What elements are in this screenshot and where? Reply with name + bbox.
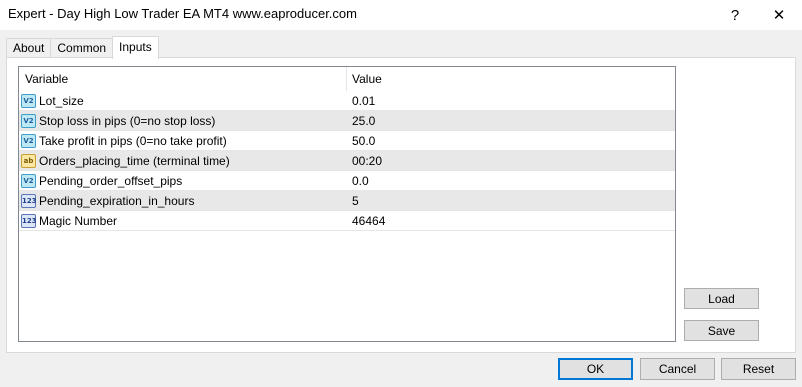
load-button[interactable]: Load — [684, 288, 759, 309]
variable-value[interactable]: 5 — [352, 194, 359, 208]
table-row[interactable]: V2 Take profit in pips (0=no take profit… — [19, 131, 675, 151]
tab-about[interactable]: About — [6, 38, 52, 58]
grid-rows: V2 Lot_size 0.01 V2 Stop loss in pips (0… — [19, 91, 675, 231]
tab-inputs[interactable]: Inputs — [112, 36, 159, 59]
variable-name: Pending_expiration_in_hours — [39, 194, 195, 208]
reset-button[interactable]: Reset — [721, 358, 796, 380]
inputs-panel: Variable Value V2 Lot_size 0.01 V2 Stop … — [6, 57, 796, 353]
double-value-icon: V2 — [21, 134, 36, 148]
window-title: Expert - Day High Low Trader EA MT4 www.… — [8, 6, 357, 21]
variable-value[interactable]: 25.0 — [352, 114, 375, 128]
variable-name: Lot_size — [39, 94, 84, 108]
table-row[interactable]: 123 Magic Number 46464 — [19, 211, 675, 231]
cancel-button[interactable]: Cancel — [640, 358, 715, 380]
variable-name: Pending_order_offset_pips — [39, 174, 183, 188]
inputs-grid[interactable]: Variable Value V2 Lot_size 0.01 V2 Stop … — [18, 66, 676, 342]
variable-value[interactable]: 00:20 — [352, 154, 382, 168]
variable-name: Stop loss in pips (0=no stop loss) — [39, 114, 216, 128]
table-row[interactable]: V2 Pending_order_offset_pips 0.0 — [19, 171, 675, 191]
tab-strip: About Common Inputs — [6, 36, 159, 59]
grid-header: Variable Value — [19, 67, 675, 91]
tab-common[interactable]: Common — [50, 38, 114, 58]
variable-name: Take profit in pips (0=no take profit) — [39, 134, 227, 148]
variable-value[interactable]: 50.0 — [352, 134, 375, 148]
variable-name: Orders_placing_time (terminal time) — [39, 154, 230, 168]
help-icon[interactable]: ? — [712, 0, 758, 30]
close-icon[interactable]: ✕ — [756, 0, 802, 30]
variable-value[interactable]: 0.0 — [352, 174, 369, 188]
string-value-icon: ab — [21, 154, 36, 168]
column-header-variable[interactable]: Variable — [25, 72, 68, 86]
table-row[interactable]: V2 Lot_size 0.01 — [19, 91, 675, 111]
double-value-icon: V2 — [21, 94, 36, 108]
title-bar: Expert - Day High Low Trader EA MT4 www.… — [0, 0, 802, 30]
save-button[interactable]: Save — [684, 320, 759, 341]
table-row[interactable]: ab Orders_placing_time (terminal time) 0… — [19, 151, 675, 171]
ok-button[interactable]: OK — [558, 358, 633, 380]
variable-name: Magic Number — [39, 214, 118, 228]
double-value-icon: V2 — [21, 114, 36, 128]
table-row[interactable]: 123 Pending_expiration_in_hours 5 — [19, 191, 675, 211]
variable-value[interactable]: 0.01 — [352, 94, 375, 108]
column-divider[interactable] — [346, 67, 347, 91]
double-value-icon: V2 — [21, 174, 36, 188]
column-header-value[interactable]: Value — [352, 72, 382, 86]
variable-value[interactable]: 46464 — [352, 214, 385, 228]
integer-value-icon: 123 — [21, 214, 37, 228]
table-row[interactable]: V2 Stop loss in pips (0=no stop loss) 25… — [19, 111, 675, 131]
integer-value-icon: 123 — [21, 194, 37, 208]
